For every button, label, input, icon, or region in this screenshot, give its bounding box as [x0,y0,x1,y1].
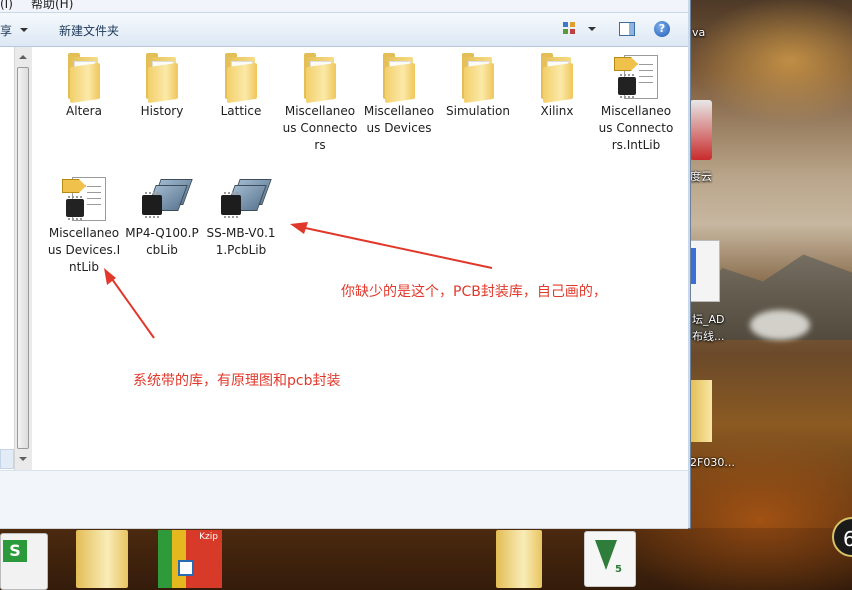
folder-icon [375,53,423,104]
pcblib-icon [138,175,193,223]
scroll-down-icon[interactable] [19,457,27,461]
folder-item-xilinx[interactable]: Xilinx [519,53,595,120]
file-label: Miscellaneous Connectors [282,104,358,152]
folder-icon [138,53,186,104]
pcblib-icon [217,175,272,223]
chevron-down-icon[interactable] [20,28,28,32]
explorer-window: (I) 帮助(H) 共享 新建文件夹 ? Altera History [0,0,691,529]
annotation-missing-pcb-library: 你缺少的是这个，PCB封装库，自己画的， [341,284,607,300]
intlib-icon [612,53,660,101]
spreadsheet-app-icon[interactable]: S [0,533,48,590]
v5-app-icon[interactable]: 5 [584,531,636,587]
preview-pane-icon[interactable] [619,22,635,36]
view-options-icon[interactable] [563,22,577,36]
folder-item-misc-connectors[interactable]: Miscellaneous Connectors [282,53,358,154]
desktop-folder-icon[interactable] [690,380,712,442]
menu-bar: (I) 帮助(H) [0,0,688,12]
file-label: SS-MB-V0.11.PcbLib [206,226,276,257]
folder-item-misc-devices[interactable]: Miscellaneous Devices [361,53,437,137]
new-folder-button[interactable]: 新建文件夹 [59,22,119,39]
kzip-app-icon[interactable]: Kzip [158,530,222,588]
folder-item-simulation[interactable]: Simulation [440,53,516,120]
file-label: Lattice [220,104,262,118]
menu-item-partial[interactable]: (I) [0,0,13,10]
desktop-icon-label[interactable]: 2F030... [690,456,735,470]
desktop-icon-label[interactable]: va [692,26,705,40]
navigation-selected-item[interactable] [0,449,14,469]
file-label: Miscellaneous Devices.IntLib [47,226,121,274]
navigation-scrollbar[interactable] [14,47,32,470]
folder-icon [60,53,108,104]
folder-app-icon[interactable] [76,530,128,588]
annotation-system-library: 系统带的库，有原理图和pcb封装 [133,373,341,389]
file-list: Altera History Lattice Miscellaneous Con… [32,47,688,470]
desktop-app-icon[interactable] [690,100,712,160]
wallpaper-mist [750,310,810,340]
intlib-item-misc-connectors[interactable]: Miscellaneous Connectors.IntLib [598,53,674,154]
details-pane [0,470,688,529]
chevron-down-icon[interactable] [588,27,596,31]
folder-icon [217,53,265,104]
intlib-item-misc-devices[interactable]: Miscellaneous Devices.IntLib [46,175,122,276]
file-label: Altera [66,104,102,118]
folder-icon [454,53,502,104]
folder-item-lattice[interactable]: Lattice [203,53,279,120]
pcblib-item-ss-mb[interactable]: SS-MB-V0.11.PcbLib [203,175,279,259]
menu-help[interactable]: 帮助(H) [31,0,73,10]
file-label: Simulation [446,104,510,118]
file-label: History [140,104,184,118]
folder-icon [296,53,344,104]
command-bar: 共享 新建文件夹 ? [0,13,688,47]
file-label: Miscellaneous Devices [363,104,435,135]
navigation-pane [0,47,14,470]
scrollbar-thumb[interactable] [17,67,29,449]
folder-icon [533,53,581,104]
file-label: Miscellaneous Connectors.IntLib [598,104,674,152]
kzip-label: Kzip [199,532,218,542]
desktop-icon-label[interactable]: 度云 [690,170,712,184]
scroll-up-icon[interactable] [19,55,27,59]
v5-label: 5 [615,564,622,575]
folder-item-altera[interactable]: Altera [46,53,122,120]
help-icon[interactable]: ? [654,21,670,37]
folder-item-history[interactable]: History [124,53,200,120]
file-label: Xilinx [540,104,574,118]
file-label: MP4-Q100.PcbLib [125,226,199,257]
intlib-icon [60,175,108,223]
pcblib-item-mp4[interactable]: MP4-Q100.PcbLib [124,175,200,259]
desktop-icon-label[interactable]: 布线... [692,330,725,344]
share-button[interactable]: 共享 [0,22,12,39]
desktop-icon-label[interactable]: 坛_AD [692,313,725,327]
folder-app-icon[interactable] [496,530,542,588]
